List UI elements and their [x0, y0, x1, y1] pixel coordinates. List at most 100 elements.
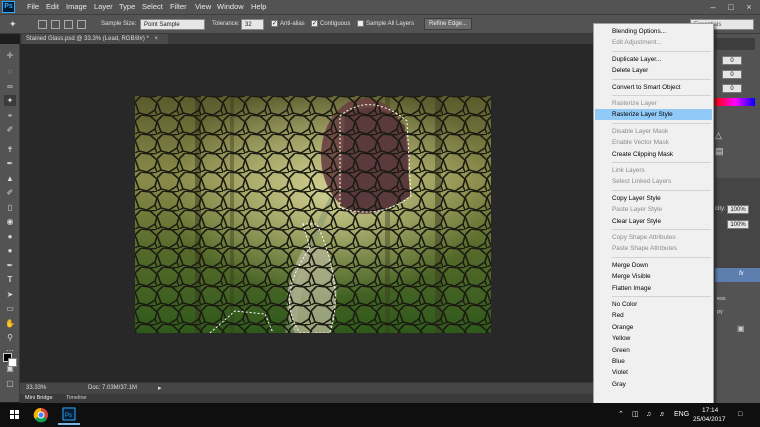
anti-alias-label: Anti-alias: [280, 21, 305, 27]
intersect-selection-icon[interactable]: [77, 20, 86, 29]
menu-item-blue[interactable]: Blue: [595, 356, 712, 367]
magic-wand-icon[interactable]: ✦: [9, 19, 17, 30]
menu-item-clear-layer-style[interactable]: Clear Layer Style: [595, 216, 712, 227]
menu-item-yellow[interactable]: Yellow: [595, 333, 712, 344]
bottom-panel-tabs: Mini Bridge Timeline: [20, 394, 605, 403]
sample-all-layers-checkbox[interactable]: [357, 20, 364, 27]
blur-tool-icon[interactable]: ●: [4, 231, 16, 242]
lasso-tool-icon[interactable]: ∞: [4, 81, 16, 92]
menu-edit[interactable]: Edit: [46, 2, 59, 12]
menu-view[interactable]: View: [195, 2, 211, 12]
menu-item-copy-layer-style[interactable]: Copy Layer Style: [595, 193, 712, 204]
tolerance-input[interactable]: 32: [241, 19, 264, 30]
add-selection-icon[interactable]: [51, 20, 60, 29]
chrome-icon[interactable]: [30, 405, 52, 425]
move-tool-icon[interactable]: ✛: [4, 50, 16, 61]
tab-mini-bridge[interactable]: Mini Bridge: [25, 395, 53, 401]
contiguous-checkbox[interactable]: ✓: [311, 20, 318, 27]
menu-item-blending-options[interactable]: Blending Options...: [595, 26, 712, 37]
marquee-tool-icon[interactable]: ◌: [4, 66, 16, 77]
hand-tool-icon[interactable]: ✋: [4, 318, 16, 329]
document-tab[interactable]: Stained Glass.psd @ 33.3% (Lead, RGB/8#)…: [22, 34, 168, 44]
fill-input[interactable]: 100%: [727, 220, 749, 229]
menu-item-delete-layer[interactable]: Delete Layer: [595, 65, 712, 76]
language-indicator[interactable]: ENG: [674, 407, 689, 423]
menu-item-green[interactable]: Green: [595, 345, 712, 356]
healing-brush-icon[interactable]: ✝: [4, 144, 16, 155]
close-icon[interactable]: ×: [738, 0, 760, 14]
contiguous-label: Contiguous: [320, 21, 351, 27]
menu-item-no-color[interactable]: No Color: [595, 299, 712, 310]
menu-item-disable-layer-mask: Disable Layer Mask: [612, 127, 669, 135]
zoom-level[interactable]: 33.33%: [26, 385, 46, 391]
clone-stamp-icon[interactable]: ▲: [4, 173, 16, 184]
close-tab-icon[interactable]: ×: [155, 36, 159, 42]
menu-item-gray[interactable]: Gray: [595, 379, 712, 390]
tray-up-arrow-icon[interactable]: ⌃: [618, 407, 624, 423]
type-tool-icon[interactable]: T: [4, 274, 16, 285]
anti-alias-checkbox[interactable]: ✓: [271, 20, 278, 27]
menu-item-flatten-image[interactable]: Flatten Image: [595, 283, 712, 294]
sample-size-select[interactable]: Point Sample: [140, 19, 205, 30]
windows-start-icon[interactable]: [4, 405, 26, 425]
zoom-tool-icon[interactable]: ⚲: [4, 332, 16, 343]
color-ramp[interactable]: [715, 98, 755, 106]
tab-timeline[interactable]: Timeline: [66, 395, 87, 401]
selected-layer-row[interactable]: [715, 268, 760, 282]
screen-mode-icon[interactable]: ▢: [4, 378, 16, 389]
levels-icon[interactable]: ▤: [715, 146, 724, 157]
stained-glass-canvas[interactable]: [135, 96, 491, 333]
menu-help[interactable]: Help: [251, 2, 266, 12]
taskbar-date[interactable]: 25/04/2017: [693, 416, 726, 423]
tray-volume-icon[interactable]: ♫: [646, 407, 651, 423]
tray-speaker-icon[interactable]: ♬: [659, 407, 666, 423]
pen-tool-icon[interactable]: ✒: [4, 260, 16, 271]
paint-bucket-icon[interactable]: ◉: [4, 216, 16, 227]
menu-item-merge-visible[interactable]: Merge Visible: [595, 271, 712, 282]
menu-type[interactable]: Type: [119, 2, 135, 12]
menu-layer[interactable]: Layer: [94, 2, 113, 12]
opacity-input[interactable]: 100%: [727, 205, 749, 214]
color-field-2[interactable]: 0: [722, 70, 742, 79]
subtract-selection-icon[interactable]: [64, 20, 73, 29]
tray-network-icon[interactable]: ◫: [632, 407, 639, 423]
eyedropper-tool-icon[interactable]: ✐: [4, 124, 16, 135]
crop-tool-icon[interactable]: ⌖: [4, 110, 16, 121]
menu-select[interactable]: Select: [142, 2, 163, 12]
taskbar-time[interactable]: 17:14: [702, 407, 718, 414]
tolerance-label: Tolerance:: [212, 21, 240, 27]
menu-item-red[interactable]: Red: [595, 310, 712, 321]
menu-item-violet[interactable]: Violet: [595, 367, 712, 378]
background-color-swatch[interactable]: [8, 358, 17, 367]
menu-item-rasterize-layer-style[interactable]: Rasterize Layer Style: [595, 109, 712, 121]
history-brush-icon[interactable]: ✐: [4, 187, 16, 198]
layer-fx-badge[interactable]: fx: [739, 271, 744, 277]
menu-file[interactable]: File: [27, 2, 39, 12]
menu-filter[interactable]: Filter: [170, 2, 187, 12]
menu-image[interactable]: Image: [66, 2, 87, 12]
rectangle-tool-icon[interactable]: ▭: [4, 303, 16, 314]
brush-tool-icon[interactable]: ✒: [4, 158, 16, 169]
menu-item-duplicate-layer[interactable]: Duplicate Layer...: [595, 54, 712, 65]
lock-icon[interactable]: ▣: [737, 324, 745, 333]
menu-item-create-clipping-mask[interactable]: Create Clipping Mask: [595, 149, 712, 160]
photoshop-taskbar-icon[interactable]: Ps: [58, 405, 80, 425]
windows-taskbar: Ps ⌃ ◫ ♫ ♬ ENG 17:14 25/04/2017 □: [0, 403, 760, 427]
status-menu-arrow-icon[interactable]: ▸: [158, 384, 162, 392]
magic-wand-tool-icon[interactable]: ✦: [4, 95, 16, 106]
path-selection-icon[interactable]: ➤: [4, 289, 16, 300]
eraser-tool-icon[interactable]: ▯: [4, 202, 16, 213]
menu-item-copy-shape-attributes: Copy Shape Attributes: [612, 234, 676, 241]
new-selection-icon[interactable]: [38, 20, 47, 29]
menu-window[interactable]: Window: [217, 2, 244, 12]
adjustment-icon[interactable]: △: [715, 130, 722, 141]
refine-edge-button[interactable]: Refine Edge...: [424, 18, 472, 30]
color-field-1[interactable]: 0: [722, 56, 742, 65]
document-size: Doc: 7.03M/37.1M: [88, 385, 138, 391]
color-field-3[interactable]: 0: [722, 84, 742, 93]
menu-item-merge-down[interactable]: Merge Down: [595, 260, 712, 271]
dodge-tool-icon[interactable]: ●: [4, 245, 16, 256]
menu-item-orange[interactable]: Orange: [595, 322, 712, 333]
menu-item-convert-to-smart-object[interactable]: Convert to Smart Object: [595, 82, 712, 93]
notifications-icon[interactable]: □: [738, 407, 742, 423]
